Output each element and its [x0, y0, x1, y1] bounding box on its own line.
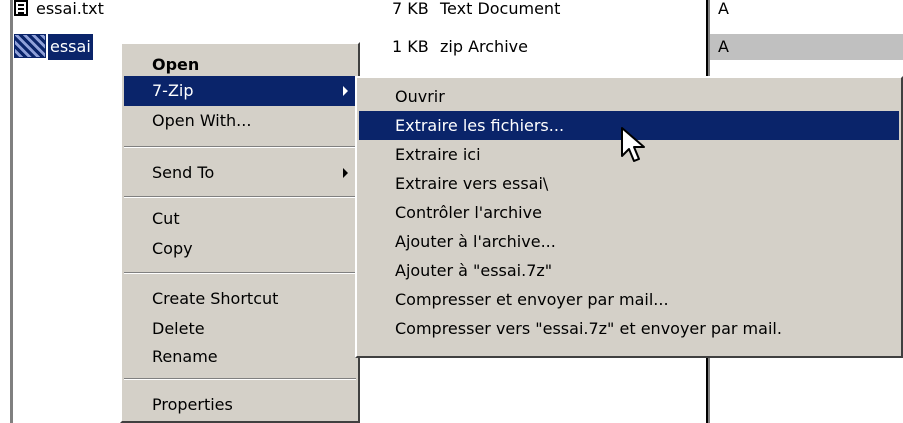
context-menu: Open 7-Zip Open With... Send To Cut Copy…	[120, 42, 360, 423]
menu-separator	[124, 196, 356, 198]
submenu-arrow-icon	[343, 168, 348, 178]
submenu-item-ajouter-7z[interactable]: Ajouter à "essai.7z"	[359, 256, 899, 285]
file-size: 7 KB	[392, 0, 429, 18]
submenu-item-compresser-mail[interactable]: Compresser et envoyer par mail...	[359, 285, 899, 314]
submenu-item-ouvrir[interactable]: Ouvrir	[359, 82, 899, 111]
submenu-arrow-icon	[343, 86, 348, 96]
submenu-item-controler[interactable]: Contrôler l'archive	[359, 198, 899, 227]
menu-item-create-shortcut[interactable]: Create Shortcut	[124, 284, 356, 314]
submenu-item-ajouter-archive[interactable]: Ajouter à l'archive...	[359, 227, 899, 256]
submenu-item-compresser-7z-mail[interactable]: Compresser vers "essai.7z" et envoyer pa…	[359, 314, 899, 343]
menu-separator	[124, 146, 356, 148]
menu-item-delete[interactable]: Delete	[124, 314, 356, 344]
file-name: essai.txt	[36, 0, 104, 18]
file-type: zip Archive	[440, 37, 528, 56]
menu-item-properties[interactable]: Properties	[124, 390, 356, 420]
file-type: Text Document	[440, 0, 561, 18]
selected-attr-highlight	[710, 34, 903, 60]
menu-separator	[124, 378, 356, 380]
file-size: 1 KB	[392, 37, 429, 56]
menu-item-copy[interactable]: Copy	[124, 234, 356, 264]
menu-separator	[124, 272, 356, 274]
file-attr: A	[718, 37, 729, 56]
menu-item-label: Send To	[152, 163, 215, 182]
file-name: essai	[48, 34, 93, 60]
list-left-border	[10, 0, 13, 423]
menu-item-open-with[interactable]: Open With...	[124, 106, 356, 136]
menu-item-cut[interactable]: Cut	[124, 204, 356, 234]
menu-item-send-to[interactable]: Send To	[124, 158, 356, 188]
submenu-item-extraire-vers[interactable]: Extraire vers essai\	[359, 169, 899, 198]
submenu-7zip: Ouvrir Extraire les fichiers... Extraire…	[355, 76, 903, 358]
file-attr: A	[718, 0, 729, 18]
menu-item-label: 7-Zip	[152, 81, 194, 100]
text-file-icon	[14, 0, 28, 16]
menu-item-7zip[interactable]: 7-Zip	[124, 76, 356, 106]
menu-item-rename[interactable]: Rename	[124, 342, 356, 372]
file-row-essai-txt[interactable]: essai.txt 7 KB Text Document	[14, 0, 704, 22]
mouse-cursor-icon	[621, 127, 645, 162]
